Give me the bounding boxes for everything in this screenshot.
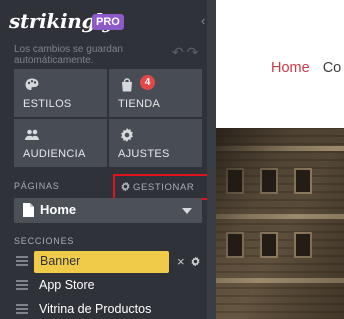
section-label: Vitrina de Productos xyxy=(39,302,152,316)
nav-link-next[interactable]: Co xyxy=(323,60,342,76)
nav-link-home[interactable]: Home xyxy=(271,60,310,76)
hero-banner-image xyxy=(216,128,344,319)
users-icon xyxy=(25,129,39,140)
gear-icon xyxy=(121,181,130,192)
drag-handle-icon[interactable] xyxy=(16,280,28,290)
editor-sidebar: strikingly PRO ‹ Los cambios se guardan … xyxy=(0,0,216,319)
settings-label: AJUSTES xyxy=(118,148,170,160)
drag-handle-icon[interactable] xyxy=(16,304,28,314)
document-icon xyxy=(23,203,34,217)
section-label: App Store xyxy=(39,278,95,292)
manage-pages-button[interactable]: GESTIONAR xyxy=(113,174,210,200)
site-navigation: Home Co xyxy=(271,60,341,76)
sidebar-scrollbar[interactable] xyxy=(207,0,216,319)
styles-button[interactable]: ESTILOS xyxy=(14,69,107,117)
drag-handle-icon[interactable] xyxy=(16,256,28,266)
site-preview: Home Co xyxy=(216,0,344,319)
store-notification-badge: 4 xyxy=(140,75,155,90)
section-row-banner[interactable]: Banner × xyxy=(0,251,216,273)
photo-shading xyxy=(216,128,344,319)
gear-icon xyxy=(121,128,133,142)
section-row-app-store[interactable]: App Store xyxy=(0,275,216,297)
pages-heading: PÁGINAS xyxy=(14,181,60,191)
pro-badge: PRO xyxy=(92,14,124,30)
delete-section-icon[interactable]: × xyxy=(177,254,185,269)
page-selector-dropdown[interactable]: Home xyxy=(14,198,202,223)
undo-redo-controls[interactable]: ↶↷ xyxy=(172,44,201,61)
styles-label: ESTILOS xyxy=(23,98,72,110)
section-item-selected[interactable]: Banner xyxy=(34,251,169,273)
undo-icon[interactable]: ↶ xyxy=(172,44,187,60)
audience-button[interactable]: AUDIENCIA xyxy=(14,119,107,167)
current-page-name: Home xyxy=(40,202,77,217)
chevron-down-icon xyxy=(182,208,192,214)
shopping-bag-icon xyxy=(122,78,132,92)
collapse-sidebar-icon[interactable]: ‹ xyxy=(201,13,205,28)
palette-icon xyxy=(25,78,39,90)
audience-label: AUDIENCIA xyxy=(23,148,86,160)
settings-button[interactable]: AJUSTES xyxy=(109,119,202,167)
main-menu-tiles: ESTILOS 4 TIENDA AUDIENCIA AJUSTES xyxy=(14,69,202,167)
section-settings-icon[interactable] xyxy=(190,256,201,267)
sections-heading: SECCIONES xyxy=(14,236,75,246)
redo-icon[interactable]: ↷ xyxy=(187,44,202,60)
autosave-status: Los cambios se guardan automáticamente. xyxy=(14,44,123,66)
section-label: Banner xyxy=(40,254,81,268)
manage-label: GESTIONAR xyxy=(133,182,195,193)
section-row-product-showcase[interactable]: Vitrina de Productos xyxy=(0,299,216,319)
store-label: TIENDA xyxy=(118,98,161,110)
store-button[interactable]: 4 TIENDA xyxy=(109,69,202,117)
